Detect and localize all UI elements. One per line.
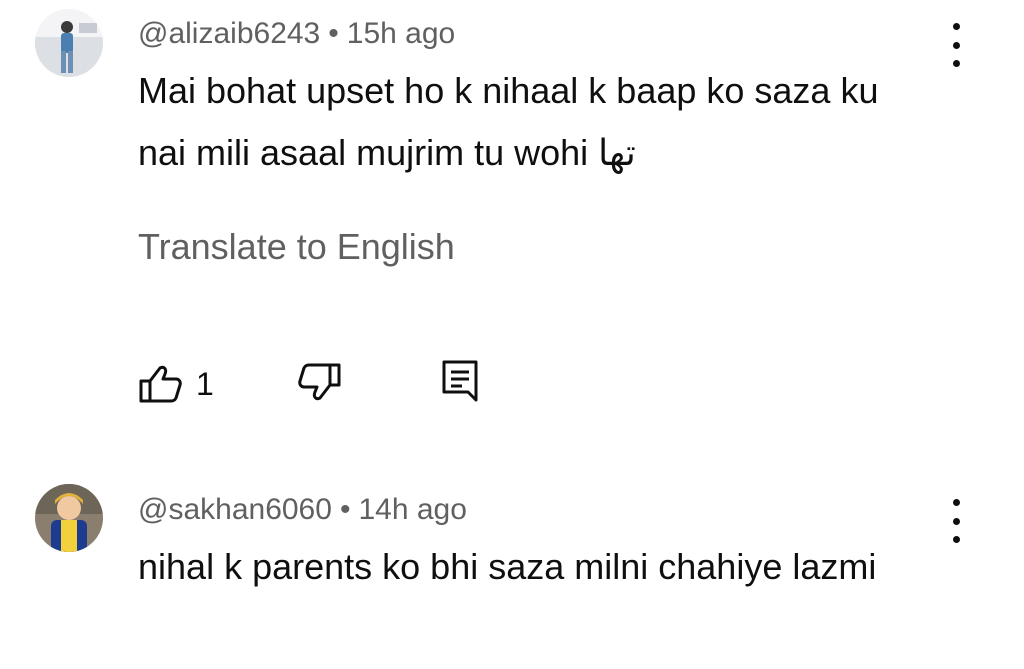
comment-author[interactable]: @sakhan6060 [138,493,332,526]
comment-text-urdu: تھا [598,133,636,174]
translate-link[interactable]: Translate to English [138,227,455,267]
comment-text: Mai bohat upset ho k nihaal k baap ko sa… [138,60,928,185]
like-count: 1 [196,366,214,402]
comment-actions: 1 [138,358,538,408]
comment-time[interactable]: 15h ago [347,17,455,50]
comment-text-main: Mai bohat upset ho k nihaal k baap ko sa… [138,70,879,173]
meta-separator: • [339,493,351,526]
avatar[interactable] [35,9,103,77]
comment-meta: @alizaib6243 • 15h ago [138,16,455,52]
meta-separator: • [328,17,339,50]
comment-author[interactable]: @alizaib6243 [138,17,320,50]
more-vertical-icon[interactable] [942,23,970,67]
user-avatar-photo-icon [35,9,103,77]
user-avatar-photo-icon [35,484,103,552]
thumb-down-outline-icon[interactable] [298,362,342,407]
comment-time[interactable]: 14h ago [358,493,466,526]
avatar[interactable] [35,484,103,552]
thumb-up-outline-icon[interactable] [138,364,182,409]
comment-item: @sakhan6060 • 14h ago nihal k parents ko b… [0,470,1024,669]
comment-item: @alizaib6243 • 15h ago Mai bohat upset ho … [0,0,1024,440]
comment-text-main: nihal k parents ko bhi saza milni chahiy… [138,546,877,587]
more-vertical-icon[interactable] [942,499,970,543]
comment-reply-icon[interactable] [440,358,480,409]
comment-meta: @sakhan6060 • 14h ago [138,492,467,528]
comment-text: nihal k parents ko bhi saza milni chahiy… [138,536,928,598]
